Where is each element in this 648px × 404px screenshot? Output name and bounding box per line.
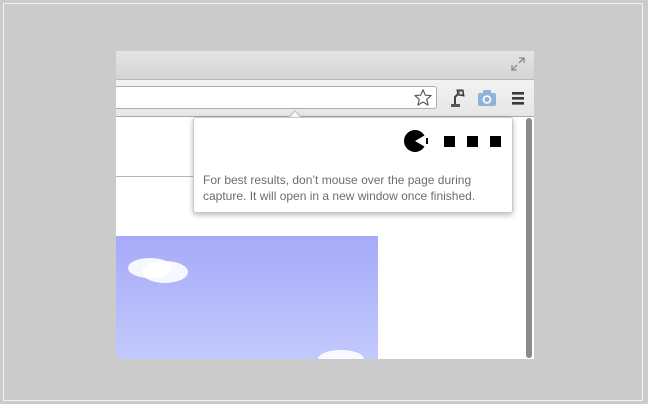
address-bar[interactable] <box>116 86 437 109</box>
popup-message-line-2: capture. It will open in a new window on… <box>203 189 476 203</box>
cloud <box>318 350 364 359</box>
star-icon[interactable] <box>413 88 433 108</box>
title-bar <box>116 51 534 80</box>
popup-message: For best results, don’t mouse over the p… <box>203 172 503 204</box>
browser-toolbar <box>116 80 534 117</box>
lamp-extension-icon[interactable] <box>446 88 468 108</box>
scrollbar[interactable] <box>526 118 532 358</box>
fullscreen-icon[interactable] <box>510 56 526 72</box>
sky-image <box>116 236 378 359</box>
capture-popup: For best results, don’t mouse over the p… <box>193 117 513 213</box>
popup-message-line-1: For best results, don’t mouse over the p… <box>203 173 472 187</box>
menu-icon[interactable] <box>507 88 529 108</box>
camera-icon[interactable] <box>476 88 498 108</box>
pacman-loading-icon <box>404 130 501 152</box>
cloud <box>142 261 188 283</box>
